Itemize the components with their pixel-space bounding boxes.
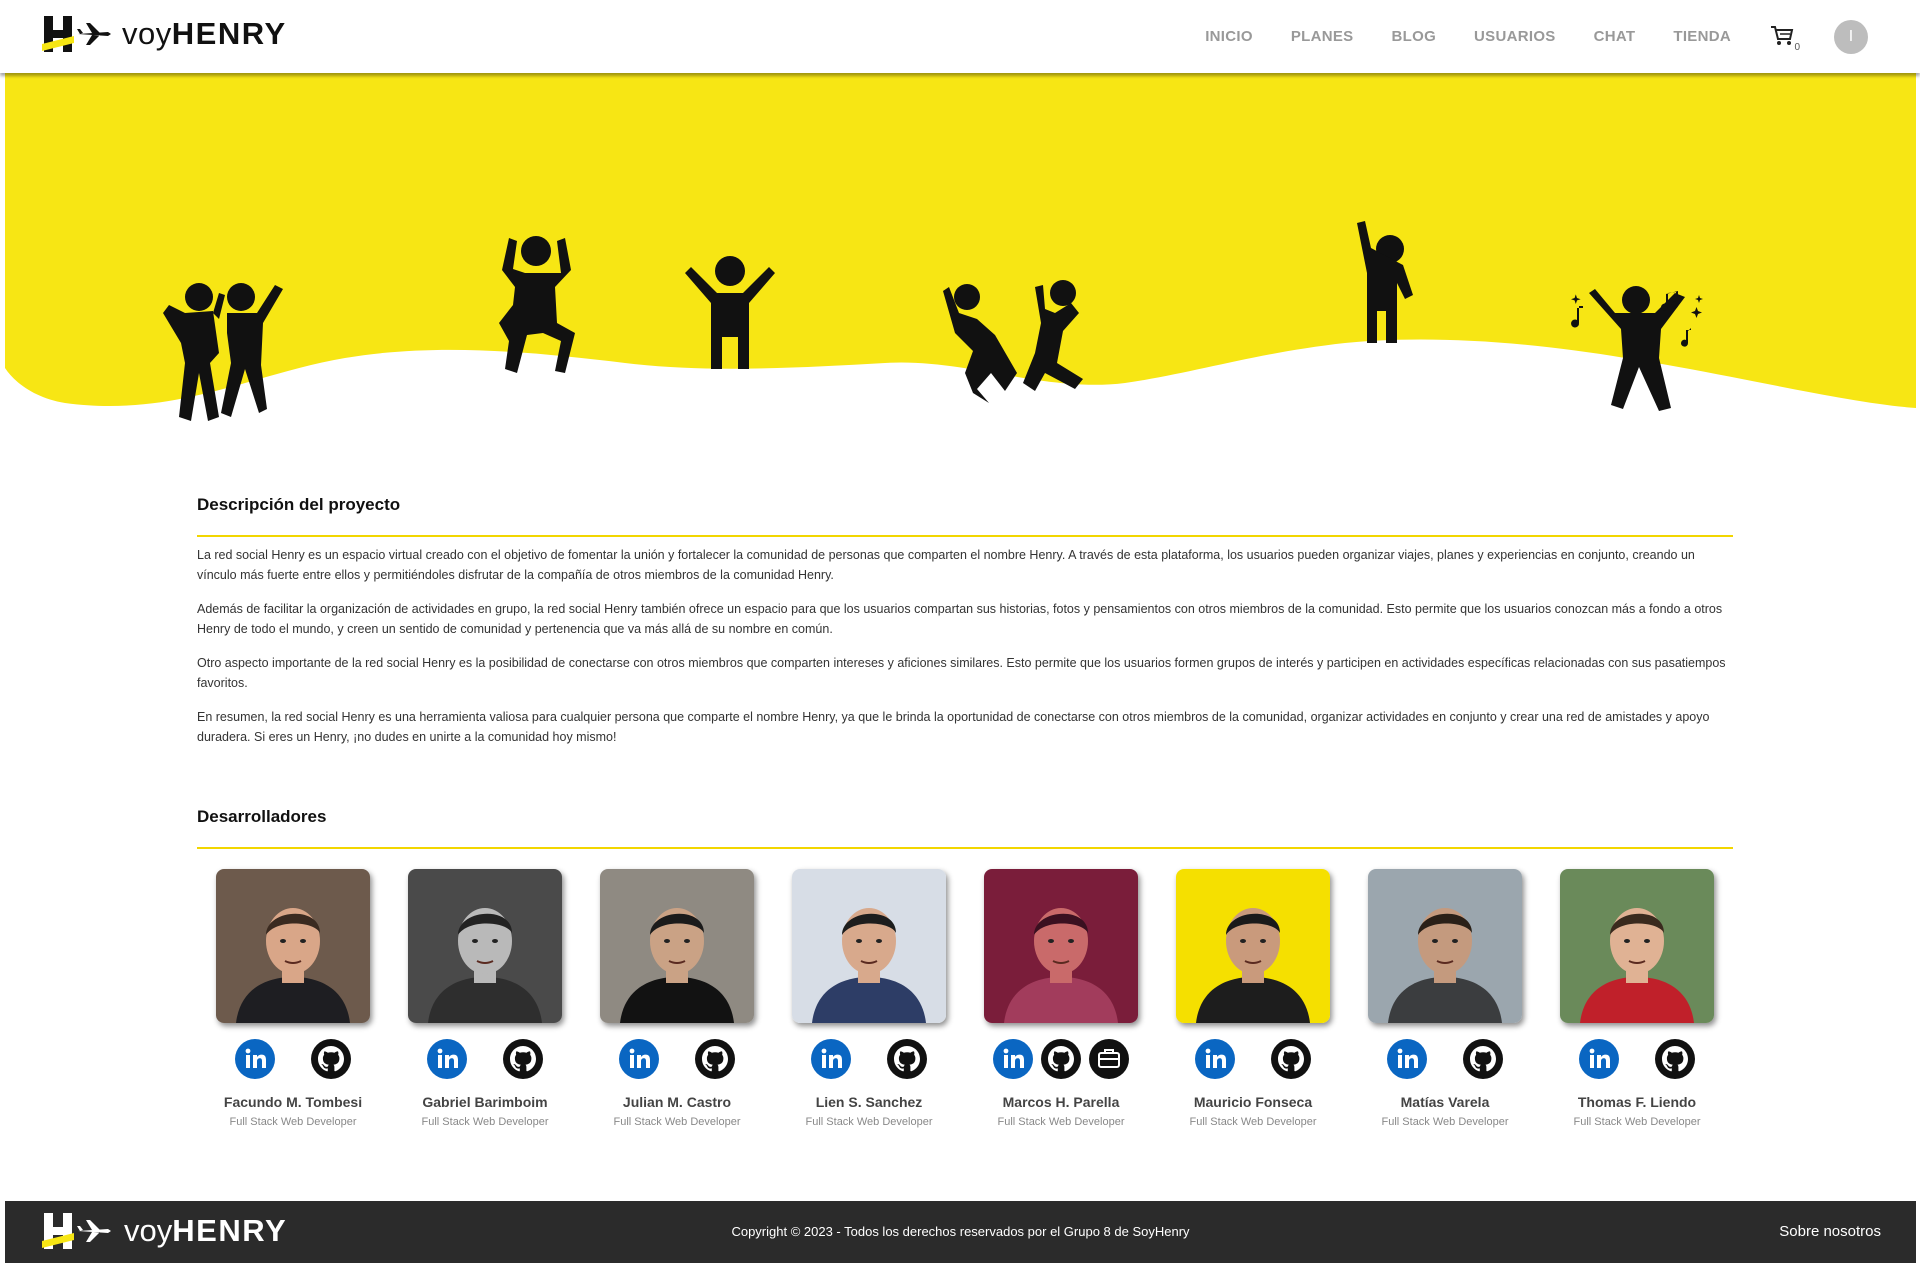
description-paragraph: Además de facilitar la organización de a… [197, 602, 1723, 636]
nav-chat[interactable]: CHAT [1594, 28, 1636, 45]
github-icon[interactable] [1041, 1039, 1081, 1079]
developer-photo [216, 869, 370, 1023]
cart-button[interactable]: 0 [1770, 25, 1800, 53]
linkedin-icon[interactable] [1387, 1039, 1427, 1079]
github-icon[interactable] [695, 1039, 735, 1079]
github-icon[interactable] [887, 1039, 927, 1079]
developer-name: Matías Varela [1400, 1094, 1490, 1110]
description-title: Descripción del proyecto [197, 495, 401, 514]
portfolio-icon[interactable] [1089, 1039, 1129, 1079]
top-navbar: voyHENRY INICIO PLANES BLOG USUARIOS CHA… [0, 0, 1920, 73]
developer-social-links [217, 1037, 369, 1081]
developer-photo [1176, 869, 1330, 1023]
developer-social-links [1369, 1037, 1521, 1081]
nav-planes[interactable]: PLANES [1291, 28, 1354, 45]
developer-card: Marcos H. Parella Full Stack Web Develope… [965, 869, 1157, 1128]
github-icon[interactable] [1271, 1039, 1311, 1079]
developer-social-links [601, 1037, 753, 1081]
description-paragraph: La red social Henry es un espacio virtua… [197, 548, 1695, 582]
description-paragraph: Otro aspecto importante de la red social… [197, 656, 1726, 690]
developer-social-links [1177, 1037, 1329, 1081]
developer-role: Full Stack Web Developer [997, 1116, 1125, 1128]
nav-usuarios[interactable]: USUARIOS [1474, 28, 1556, 45]
developer-name: Thomas F. Liendo [1577, 1094, 1697, 1110]
henry-plane-logo-icon [42, 16, 111, 52]
developer-social-links [1561, 1037, 1713, 1081]
github-icon[interactable] [1655, 1039, 1695, 1079]
developer-social-links [989, 1037, 1133, 1081]
github-icon[interactable] [503, 1039, 543, 1079]
developer-card: Matías Varela Full Stack Web Developer [1349, 869, 1541, 1128]
footer: voyHENRY Copyright © 2023 - Todos los de… [5, 1201, 1916, 1263]
developer-photo [984, 869, 1138, 1023]
developer-role: Full Stack Web Developer [229, 1116, 357, 1128]
developer-social-links [409, 1037, 561, 1081]
developer-role: Full Stack Web Developer [1573, 1116, 1701, 1128]
developer-name: Marcos H. Parella [1002, 1094, 1120, 1110]
developers-list: Facundo M. Tombesi Full Stack Web Develop… [197, 869, 1733, 1128]
linkedin-icon[interactable] [993, 1039, 1033, 1079]
developers-section: Desarrolladores Facundo M. Tombesi Full S… [197, 807, 1733, 1128]
cart-count: 0 [1794, 41, 1800, 53]
developers-divider [197, 847, 1733, 849]
nav-blog[interactable]: BLOG [1392, 28, 1437, 45]
nav-menu: INICIO PLANES BLOG USUARIOS CHAT TIENDA … [1186, 0, 1920, 73]
developer-role: Full Stack Web Developer [1381, 1116, 1509, 1128]
description-paragraph: En resumen, la red social Henry es una h… [197, 710, 1710, 744]
cart-icon [1771, 25, 1794, 45]
github-icon[interactable] [311, 1039, 351, 1079]
description-divider [197, 535, 1733, 537]
developer-photo [600, 869, 754, 1023]
developer-role: Full Stack Web Developer [421, 1116, 549, 1128]
developer-name: Facundo M. Tombesi [223, 1094, 363, 1110]
linkedin-icon[interactable] [811, 1039, 851, 1079]
developer-role: Full Stack Web Developer [1189, 1116, 1317, 1128]
developer-name: Julian M. Castro [622, 1094, 732, 1110]
brand-name: HENRY [171, 16, 287, 51]
linkedin-icon[interactable] [619, 1039, 659, 1079]
github-icon[interactable] [1463, 1039, 1503, 1079]
developers-title: Desarrolladores [197, 807, 327, 826]
project-description: Descripción del proyecto La red social H… [197, 495, 1733, 761]
about-us-link[interactable]: Sobre nosotros [1779, 1223, 1881, 1240]
developer-photo [792, 869, 946, 1023]
nav-inicio[interactable]: INICIO [1205, 28, 1253, 45]
nav-tienda[interactable]: TIENDA [1673, 28, 1731, 45]
developer-photo [1368, 869, 1522, 1023]
developer-card: Thomas F. Liendo Full Stack Web Developer [1541, 869, 1733, 1128]
developer-role: Full Stack Web Developer [805, 1116, 933, 1128]
linkedin-icon[interactable] [235, 1039, 275, 1079]
developer-card: Gabriel Barimboim Full Stack Web Develope… [389, 869, 581, 1128]
linkedin-icon[interactable] [1579, 1039, 1619, 1079]
developer-name: Lien S. Sanchez [815, 1094, 923, 1110]
developer-photo [408, 869, 562, 1023]
developer-photo [1560, 869, 1714, 1023]
copyright-text: Copyright © 2023 - Todos los derechos re… [731, 1224, 1190, 1239]
developer-name: Mauricio Fonseca [1193, 1094, 1313, 1110]
developer-card: Lien S. Sanchez Full Stack Web Developer [773, 869, 965, 1128]
user-avatar[interactable]: I [1834, 19, 1868, 54]
developer-card: Julian M. Castro Full Stack Web Developer [581, 869, 773, 1128]
brand-prefix: voy [122, 16, 172, 51]
hero-banner [5, 73, 1916, 421]
developer-social-links [793, 1037, 945, 1081]
developer-role: Full Stack Web Developer [613, 1116, 741, 1128]
logo[interactable]: voyHENRY [42, 14, 287, 54]
linkedin-icon[interactable] [427, 1039, 467, 1079]
developer-card: Mauricio Fonseca Full Stack Web Developer [1157, 869, 1349, 1128]
linkedin-icon[interactable] [1195, 1039, 1235, 1079]
developer-name: Gabriel Barimboim [422, 1094, 548, 1110]
developer-card: Facundo M. Tombesi Full Stack Web Develop… [197, 869, 389, 1128]
